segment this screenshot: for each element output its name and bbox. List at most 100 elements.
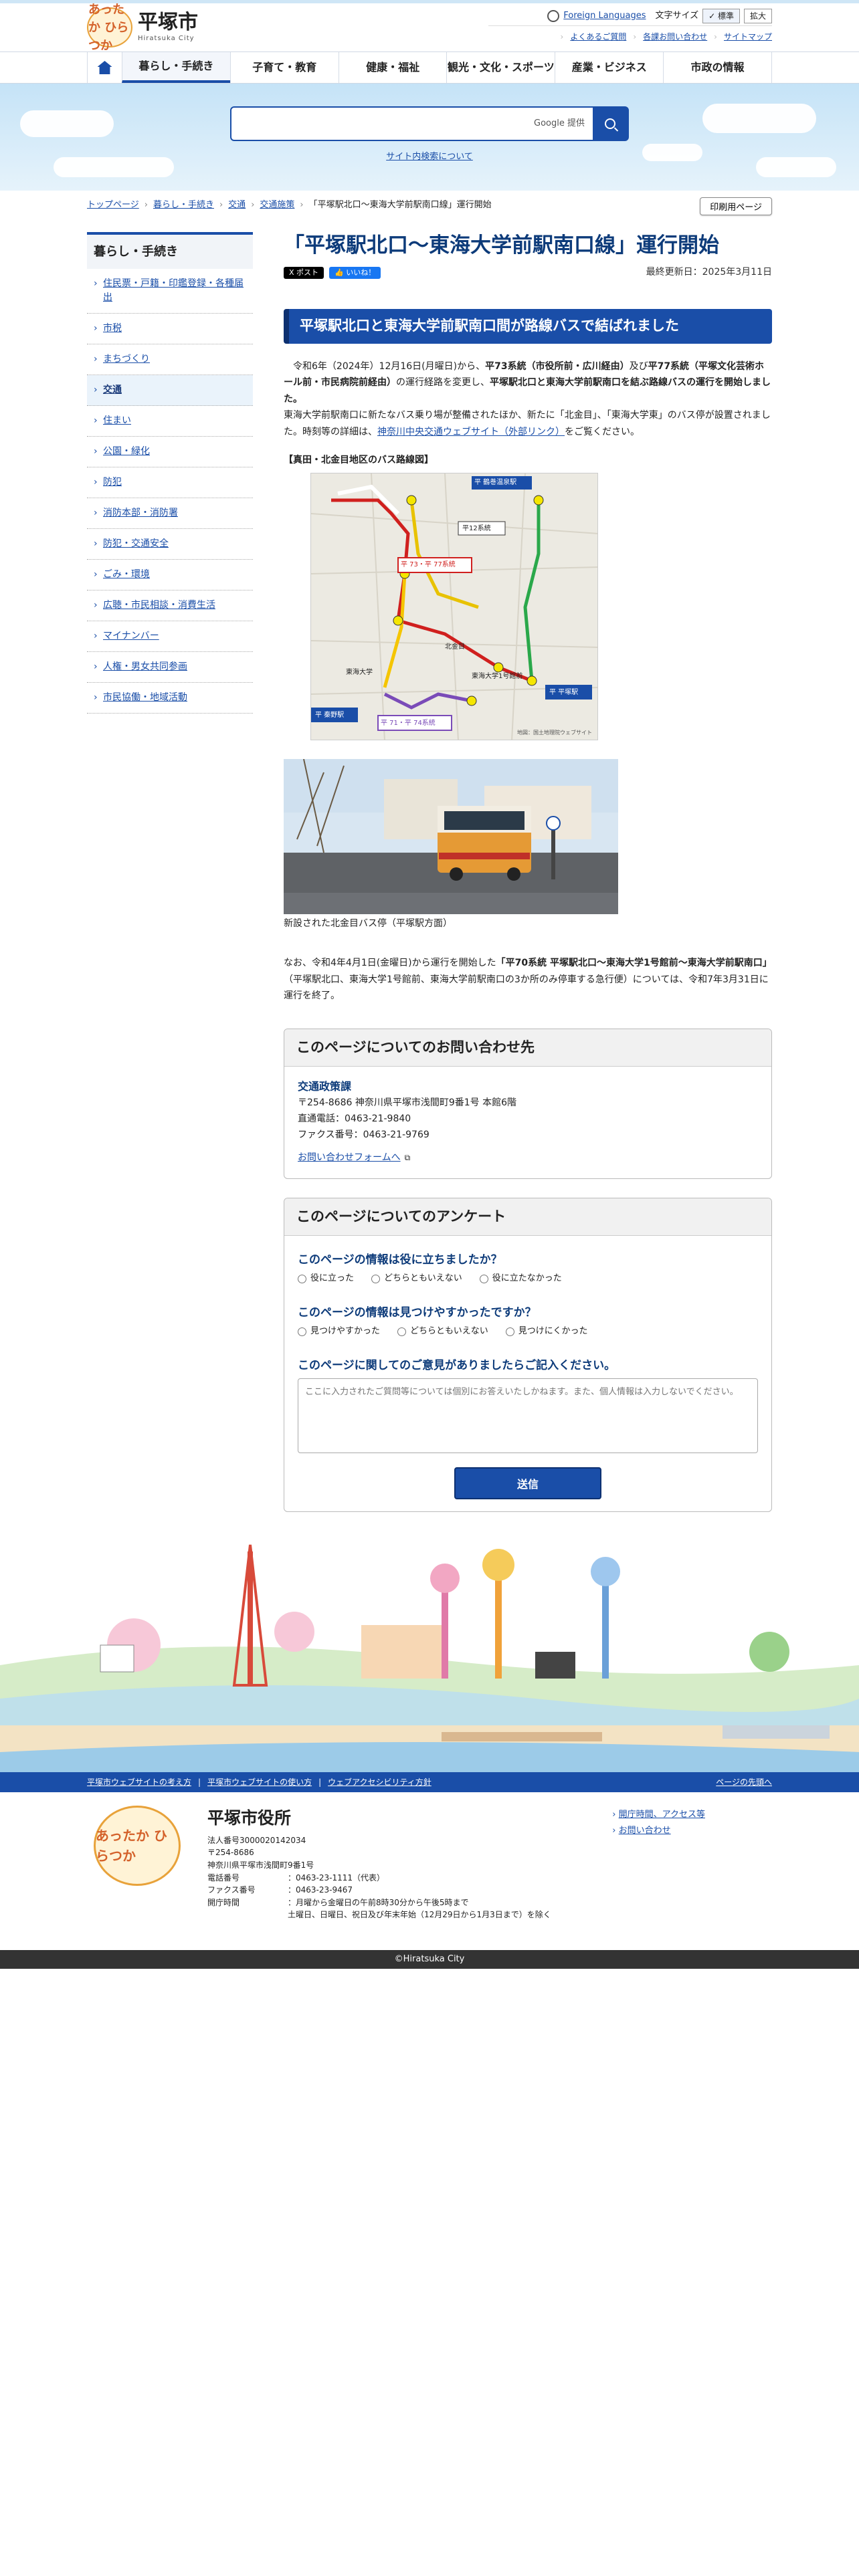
nav-item-kurashi[interactable]: 暮らし・手続き	[122, 52, 230, 83]
sidebar-item-active[interactable]: 交通	[87, 375, 253, 406]
footer-link-accessibility[interactable]: ウェブアクセシビリティ方針	[328, 1776, 432, 1788]
survey-q3: このページに関してのご意見がありましたらご記入ください。	[298, 1359, 616, 1373]
sidebar-item[interactable]: 広聴・市民相談・消費生活	[87, 591, 253, 621]
search-input[interactable]	[231, 108, 535, 140]
font-large-button[interactable]: 拡大	[743, 8, 772, 23]
copyright: ©Hiratsuka City	[0, 1950, 859, 1969]
sidebar-item[interactable]: 市税	[87, 314, 253, 344]
map-label-line71: 平 71・平 74系統	[381, 720, 436, 728]
sidebar-item[interactable]: 公園・緑化	[87, 437, 253, 467]
q2-option[interactable]: 見つけやすかった	[298, 1324, 380, 1339]
q1-option[interactable]: 役に立った	[298, 1271, 354, 1286]
submit-button[interactable]: 送信	[454, 1467, 601, 1499]
nav-item-kanko[interactable]: 観光・文化・スポーツ	[446, 52, 555, 83]
home-button[interactable]	[87, 52, 122, 83]
map-label-note: 地図：国土地理院ウェブサイト	[517, 730, 592, 736]
search-help-link[interactable]: サイト内検索について	[386, 152, 473, 162]
site-header: あったか ひらつか 平塚市 Hiratsuka City Foreign Lan…	[87, 2, 772, 53]
contact-tel: 直通電話：0463-21-9840	[298, 1113, 411, 1125]
footer-access-link[interactable]: 開庁時間、アクセス等	[619, 1810, 705, 1820]
footer-bar: 平塚市ウェブサイトの考え方 | 平塚市ウェブサイトの使い方 | ウェブアクセシビリテ…	[0, 1772, 859, 1792]
footer-link-policy[interactable]: 平塚市ウェブサイトの考え方	[87, 1776, 191, 1788]
q2-option[interactable]: 見つけにくかった	[505, 1324, 588, 1339]
survey-box: このページについてのアンケート このページの情報は役に立ちましたか？ 役に立った…	[284, 1197, 772, 1512]
breadcrumb-kurashi[interactable]: 暮らし・手続き	[153, 199, 214, 212]
sidebar-item[interactable]: 人権・男女共同参画	[87, 652, 253, 683]
sidebar-heading: 暮らし・手続き	[87, 232, 253, 269]
map-label-line12: 平12系統	[462, 525, 491, 533]
breadcrumb-kotsu[interactable]: 交通	[228, 199, 246, 212]
home-icon	[97, 61, 112, 74]
breadcrumb-top[interactable]: トップページ	[87, 199, 139, 212]
page-title: 「平塚駅北口〜東海大学前駅南口線」運行開始	[284, 233, 719, 257]
site-footer: あったか ひらつか 平塚市役所 法人番号3000020142034 〒254-8…	[0, 1792, 859, 1946]
footer-hours-note: 土曜日、日曜日、祝日及び年末年始（12月29日から1月3日まで）を除く	[288, 1910, 551, 1920]
map-label-hadano: 平 秦野駅	[315, 712, 345, 720]
q2-option[interactable]: どちらともいえない	[397, 1324, 488, 1339]
footer-zip: 〒254-8686	[207, 1848, 254, 1858]
breadcrumb: トップページ › 暮らし・手続き › 交通 › 交通施策 › 「平塚駅北口〜東海大学前駅…	[87, 191, 772, 212]
foreign-languages-link[interactable]: Foreign Languages	[563, 9, 646, 23]
sidebar-item[interactable]: 住まい	[87, 406, 253, 437]
print-page-button[interactable]: 印刷用ページ	[700, 197, 772, 215]
paragraph-1: 令和6年（2024年）12月16日(月曜日)から、平73系統（市役所前・広川経由…	[284, 360, 771, 437]
photo-caption: 新設された北金目バス停（平塚駅方面）	[284, 918, 452, 930]
nav-item-kosodate[interactable]: 子育て・教育	[229, 52, 339, 83]
footer-tel: ：0463-23-1111（代表）	[288, 1872, 385, 1883]
map-label-hiratsuka: 平 平塚駅	[549, 689, 579, 697]
font-size-label: 文字サイズ	[655, 10, 699, 21]
footer-corp-no: 法人番号3000020142034	[207, 1835, 306, 1845]
section-heading: 平塚駅北口と東海大学前駅南口間が路線バスで結ばれました	[284, 309, 772, 344]
nav-item-kenko[interactable]: 健康・福祉	[338, 52, 447, 83]
sitemap-link[interactable]: サイトマップ	[724, 31, 772, 43]
globe-icon	[547, 9, 560, 22]
contact-fax: ファクス番号：0463-21-9769	[298, 1130, 430, 1141]
sidebar: 暮らし・手続き 住民票・戸籍・印鑑登録・各種届出 市税 まちづくり 交通 住まい…	[87, 232, 253, 1531]
footer-link-usage[interactable]: 平塚市ウェブサイトの使い方	[207, 1776, 312, 1788]
bus-route-map: 平 鶴巻温泉駅 平12系統 平 73・平 77系統 平 71・平 74系統 平 …	[310, 473, 598, 741]
search-form: Google 提供	[230, 106, 629, 141]
q1-option[interactable]: どちらともいえない	[371, 1271, 462, 1286]
share-x-button[interactable]: X ポスト	[284, 266, 324, 280]
global-nav: 暮らし・手続き 子育て・教育 健康・福祉 観光・文化・スポーツ 産業・ビジネス …	[0, 51, 859, 84]
site-logo[interactable]: あったか ひらつか 平塚市 Hiratsuka City	[87, 3, 198, 53]
search-icon	[605, 118, 615, 129]
sidebar-item[interactable]: 住民票・戸籍・印鑑登録・各種届出	[87, 269, 253, 314]
paragraph-3: なお、令和4年4月1日(金曜日)から運行を開始した「平70系統 平塚駅北口〜東海…	[284, 958, 772, 1002]
nav-item-sangyo[interactable]: 産業・ビジネス	[555, 52, 663, 83]
q1-option[interactable]: 役に立たなかった	[479, 1271, 562, 1286]
faq-link[interactable]: よくあるご質問	[570, 31, 626, 43]
contact-box: このページについてのお問い合わせ先 交通政策課 〒254-8686 神奈川県平塚…	[284, 1028, 772, 1179]
footer-contact-link[interactable]: お問い合わせ	[619, 1826, 671, 1836]
font-standard-button[interactable]: ✓ 標準	[702, 8, 740, 23]
sidebar-item[interactable]: マイナンバー	[87, 621, 253, 652]
footer-hours: ：月曜から金曜日の午前8時30分から午後5時まで	[288, 1897, 469, 1907]
map-label-line73: 平 73・平 77系統	[401, 561, 456, 569]
sidebar-item[interactable]: 市民協働・地域活動	[87, 683, 253, 714]
sidebar-item[interactable]: 防犯・交通安全	[87, 529, 253, 560]
kanachu-link[interactable]: 神奈川中央交通ウェブサイト（外部リンク）	[377, 427, 565, 437]
footer-fax: ：0463-23-9467	[288, 1885, 353, 1895]
breadcrumb-kotsu-shisaku[interactable]: 交通施策	[260, 199, 294, 212]
contact-form-link[interactable]: お問い合わせフォームへ	[298, 1152, 401, 1163]
map-caption: 【真田・北金目地区のバス路線図】	[284, 455, 434, 466]
contact-heading: このページについてのお問い合わせ先	[284, 1029, 771, 1067]
nav-item-shisei[interactable]: 市政の情報	[663, 52, 772, 83]
search-button[interactable]	[593, 108, 628, 140]
contact-dept: 交通政策課	[298, 1080, 352, 1093]
facebook-like-button[interactable]: 👍 いいね！	[329, 266, 381, 280]
google-label: Google 提供	[534, 118, 585, 129]
comment-textarea[interactable]	[298, 1378, 758, 1454]
search-banner: Google 提供 サイト内検索について	[0, 84, 859, 191]
sidebar-item[interactable]: 防犯	[87, 467, 253, 498]
logo-sub: Hiratsuka City	[138, 35, 195, 42]
page-top-link[interactable]: ページの先頭へ	[716, 1776, 772, 1788]
survey-q2: このページの情報は見つけやすかったですか？	[298, 1306, 537, 1320]
main-content: 「平塚駅北口〜東海大学前駅南口線」運行開始 X ポスト 👍 いいね！ 最終更新日…	[284, 232, 772, 1531]
sidebar-item[interactable]: 消防本部・消防署	[87, 498, 253, 529]
inquiries-link[interactable]: 各課お問い合わせ	[643, 31, 707, 43]
breadcrumb-current: 「平塚駅北口〜東海大学前駅南口線」運行開始	[308, 200, 492, 210]
map-label-north: 平 鶴巻温泉駅	[474, 479, 517, 487]
sidebar-item[interactable]: ごみ・環境	[87, 560, 253, 591]
sidebar-item[interactable]: まちづくり	[87, 344, 253, 375]
